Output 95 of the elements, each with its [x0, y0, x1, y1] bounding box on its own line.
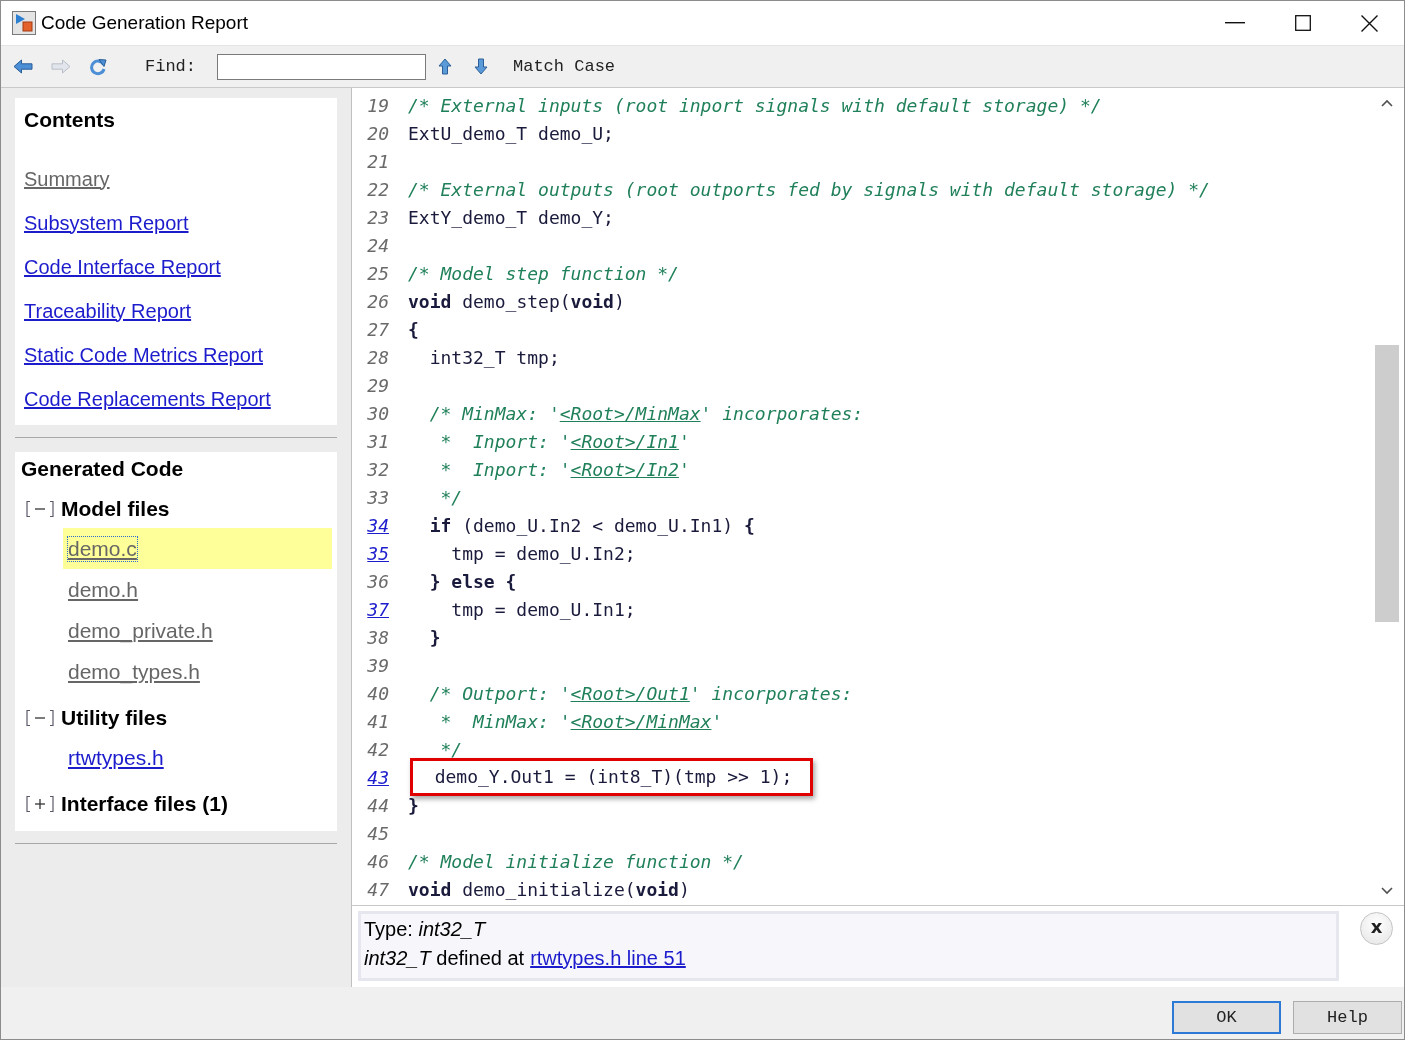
find-label: Find:: [145, 57, 196, 76]
code-line: if (demo_U.In2 < demo_U.In1) {: [428, 514, 755, 536]
close-button[interactable]: x: [1360, 912, 1393, 945]
file-link[interactable]: demo_types.h: [68, 659, 200, 684]
ok-button[interactable]: OK: [1172, 1001, 1281, 1034]
code-link[interactable]: <Root>/Out1: [570, 682, 690, 704]
type-text: Type: int32_T: [364, 917, 488, 942]
line-number: 44: [366, 794, 389, 816]
file-link[interactable]: demo.c: [68, 536, 137, 561]
down-arrow-icon[interactable]: [474, 58, 488, 75]
file-group-label[interactable]: Interface files (1): [61, 792, 228, 816]
line-number: 19: [366, 94, 389, 116]
line-number: 45: [366, 822, 389, 844]
definition-link[interactable]: rtwtypes.h line 51: [530, 947, 686, 969]
code-line: /* MinMax: '<Root>/MinMax' incorporates:: [428, 402, 864, 424]
file-link[interactable]: demo.h: [68, 577, 139, 602]
close-icon[interactable]: [1361, 14, 1378, 32]
line-number: 29: [366, 374, 389, 396]
code-line: } else {: [428, 570, 517, 592]
line-number: 41: [366, 710, 389, 732]
definition-text: int32_T defined at rtwtypes.h line 51: [364, 946, 687, 971]
up-arrow-icon[interactable]: [438, 58, 452, 75]
help-button[interactable]: Help: [1293, 1001, 1402, 1034]
line-number: 46: [366, 850, 389, 872]
line-number: 40: [366, 682, 389, 704]
line-number: 28: [366, 346, 389, 368]
find-field[interactable]: [217, 53, 426, 80]
file-link[interactable]: demo_private.h: [68, 618, 213, 643]
code-link[interactable]: <Root>/In2: [570, 458, 679, 480]
window-title: Code Generation Report: [41, 12, 248, 34]
line-number: 33: [366, 486, 389, 508]
code-link[interactable]: <Root>/MinMax: [570, 710, 712, 732]
line-number: 39: [366, 654, 389, 676]
back-arrow-icon[interactable]: [13, 59, 33, 74]
line-number-link[interactable]: 35: [359, 542, 389, 564]
line-number: 23: [366, 206, 389, 228]
line-number: 36: [366, 570, 389, 592]
code-line: tmp = demo_U.In2;: [450, 542, 636, 564]
maximize-icon[interactable]: [1295, 15, 1311, 31]
line-number: 21: [366, 150, 389, 172]
code-line: * Inport: '<Root>/In1': [439, 430, 690, 452]
code-line: /* Model step function */: [408, 262, 679, 284]
minimize-icon[interactable]: [1225, 22, 1245, 24]
code-line: void demo_step(void): [408, 290, 625, 312]
code-line: /* External inputs (root inport signals with default storage) */: [408, 94, 1102, 116]
file-link[interactable]: rtwtypes.h: [68, 745, 164, 770]
line-number: 26: [366, 290, 389, 312]
code-line: * MinMax: '<Root>/MinMax': [439, 710, 723, 732]
code-line: */: [439, 738, 463, 760]
line-number-link[interactable]: 37: [359, 598, 389, 620]
contents-link[interactable]: Static Code Metrics Report: [24, 343, 263, 367]
code-line: * Inport: '<Root>/In2': [439, 458, 690, 480]
line-number: 25: [366, 262, 389, 284]
line-number: 30: [366, 402, 389, 424]
contents-link[interactable]: Code Interface Report: [24, 255, 221, 279]
code-link[interactable]: <Root>/In1: [570, 430, 679, 452]
line-number: 31: [366, 430, 389, 452]
file-group-label[interactable]: Utility files: [61, 706, 168, 730]
contents-link[interactable]: Summary: [24, 167, 110, 191]
code-line: ExtY_demo_T demo_Y;: [408, 206, 614, 228]
collapse-toggle-icon[interactable]: [25, 709, 55, 727]
line-number: 20: [366, 122, 389, 144]
code-line: void demo_initialize(void): [408, 878, 690, 900]
code-line: }: [428, 626, 441, 648]
line-number: 22: [366, 178, 389, 200]
file-group-label[interactable]: Model files: [61, 497, 170, 521]
scrollbar-thumb[interactable]: [1375, 345, 1399, 622]
collapse-toggle-icon[interactable]: [25, 500, 55, 518]
contents-link[interactable]: Traceability Report: [24, 299, 192, 323]
line-number: 32: [366, 458, 389, 480]
code-line: /* Outport: '<Root>/Out1' incorporates:: [428, 682, 853, 704]
code-line: ExtU_demo_T demo_U;: [408, 122, 614, 144]
line-number-link[interactable]: 34: [359, 514, 389, 536]
contents-link[interactable]: Subsystem Report: [24, 211, 189, 235]
code-line: /* External outputs (root outports fed by signals with default storage) */: [408, 178, 1210, 200]
line-number: 27: [366, 318, 389, 340]
line-number-link[interactable]: 43: [359, 766, 389, 788]
contents-heading: Contents: [24, 107, 116, 133]
refresh-icon[interactable]: [89, 57, 107, 76]
line-number: 47: [366, 878, 389, 900]
code-link[interactable]: <Root>/MinMax: [559, 402, 701, 424]
code-line: }: [408, 794, 419, 816]
expand-toggle-icon[interactable]: [25, 795, 55, 813]
generated-code-heading: Generated Code: [21, 456, 185, 482]
code-line: {: [408, 318, 419, 340]
line-number: 24: [366, 234, 389, 256]
code-line: /* Model initialize function */: [408, 850, 744, 872]
app-icon: [12, 11, 36, 35]
code-line: int32_T tmp;: [428, 346, 560, 368]
match-case-option[interactable]: Match Case: [513, 57, 616, 76]
code-line: */: [439, 486, 463, 508]
code-line: tmp = demo_U.In1;: [450, 598, 636, 620]
line-number: 42: [366, 738, 389, 760]
contents-link[interactable]: Code Replacements Report: [24, 387, 271, 411]
line-number: 38: [366, 626, 389, 648]
